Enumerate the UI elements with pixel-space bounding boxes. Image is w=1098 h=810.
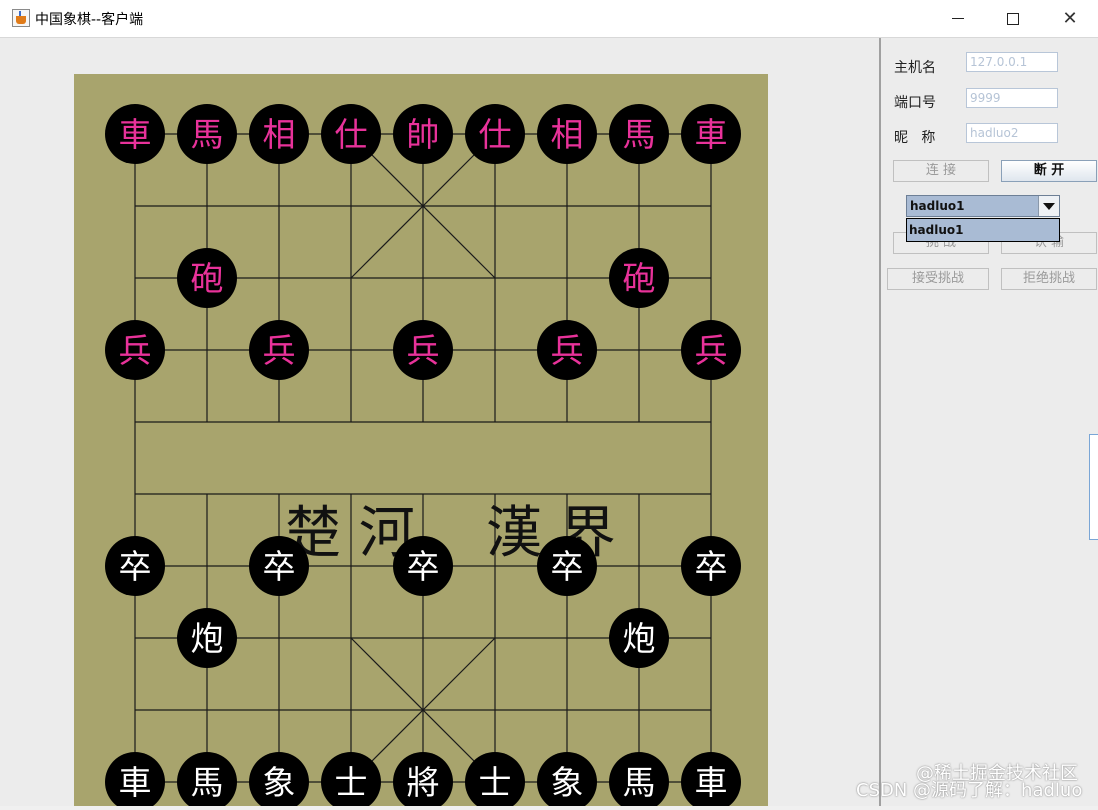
window-title: 中国象棋--客户端 xyxy=(35,12,144,28)
host-field[interactable] xyxy=(966,52,1058,72)
title-bar: 中国象棋--客户端 ✕ xyxy=(0,0,1098,38)
maximize-button[interactable] xyxy=(985,0,1041,37)
piece-label: 車 xyxy=(119,115,152,154)
top-piece[interactable]: 砲 xyxy=(609,248,669,308)
piece-label: 相 xyxy=(263,115,296,154)
piece-label: 車 xyxy=(695,763,728,802)
maximize-icon xyxy=(1007,12,1019,25)
top-piece[interactable]: 兵 xyxy=(537,320,597,380)
board-grid: 楚 河 漢 界 車馬相仕帥仕相馬車砲 砲兵兵兵兵兵卒卒卒卒卒炮 炮車馬象士將士象馬車 xyxy=(105,104,741,810)
bottom-piece[interactable]: 車 xyxy=(681,752,741,810)
piece-label: 炮 xyxy=(623,619,656,658)
opponent-select-value: hadluo1 xyxy=(910,199,965,213)
bottom-piece[interactable]: 士 xyxy=(465,752,525,810)
top-piece[interactable]: 馬 xyxy=(177,104,237,164)
piece-label: 卒 xyxy=(119,547,152,586)
bottom-piece[interactable]: 象 xyxy=(249,752,309,810)
top-piece[interactable]: 車 xyxy=(105,104,165,164)
piece-label: 馬 xyxy=(191,115,224,154)
top-piece[interactable]: 馬 xyxy=(609,104,669,164)
bottom-piece[interactable]: 象 xyxy=(537,752,597,810)
piece-label: 象 xyxy=(551,763,584,802)
piece-label: 車 xyxy=(119,763,152,802)
nickname-label: 昵 称 xyxy=(894,130,936,146)
bottom-piece[interactable]: 卒 xyxy=(537,536,597,596)
piece-label: 卒 xyxy=(551,547,584,586)
top-piece[interactable]: 砲 xyxy=(177,248,237,308)
minimize-icon xyxy=(952,18,964,19)
minimize-button[interactable] xyxy=(930,0,986,37)
piece-label: 炮 xyxy=(191,619,224,658)
disconnect-button[interactable]: 断 开 xyxy=(1001,160,1097,182)
bottom-piece[interactable]: 馬 xyxy=(609,752,669,810)
connect-button[interactable]: 连 接 xyxy=(893,160,989,182)
top-piece[interactable]: 兵 xyxy=(249,320,309,380)
top-piece[interactable]: 相 xyxy=(249,104,309,164)
bottom-piece[interactable]: 將 xyxy=(393,752,453,810)
port-field[interactable] xyxy=(966,88,1058,108)
java-cup-icon xyxy=(12,9,30,27)
nickname-field[interactable] xyxy=(966,123,1058,143)
watermark-line-2: CSDN @源码了解：hadluo xyxy=(856,780,1083,801)
port-label: 端口号 xyxy=(894,95,936,111)
bottom-piece[interactable]: 士 xyxy=(321,752,381,810)
bottom-piece[interactable]: 卒 xyxy=(681,536,741,596)
opponent-option[interactable]: hadluo1 xyxy=(909,223,963,237)
close-button[interactable]: ✕ xyxy=(1042,0,1098,37)
bottom-piece[interactable]: 車 xyxy=(105,752,165,810)
piece-label: 砲 xyxy=(191,259,224,298)
piece-label: 馬 xyxy=(623,763,656,802)
piece-label: 砲 xyxy=(623,259,656,298)
piece-label: 將 xyxy=(407,763,440,802)
piece-label: 兵 xyxy=(119,331,152,370)
bottom-piece[interactable]: 卒 xyxy=(249,536,309,596)
piece-label: 馬 xyxy=(623,115,656,154)
top-piece[interactable]: 帥 xyxy=(393,104,453,164)
top-piece[interactable]: 相 xyxy=(537,104,597,164)
bottom-piece[interactable]: 炮 xyxy=(177,608,237,668)
top-piece[interactable]: 兵 xyxy=(105,320,165,380)
piece-label: 相 xyxy=(551,115,584,154)
piece-label: 兵 xyxy=(695,331,728,370)
piece-label: 士 xyxy=(335,763,368,802)
piece-label: 兵 xyxy=(551,331,584,370)
top-piece[interactable]: 仕 xyxy=(465,104,525,164)
piece-label: 車 xyxy=(695,115,728,154)
piece-label: 卒 xyxy=(407,547,440,586)
piece-label: 卒 xyxy=(263,547,296,586)
chess-board[interactable]: 楚 河 漢 界 車馬相仕帥仕相馬車砲砲兵兵兵兵兵卒卒卒卒卒炮炮車馬象士將士象馬車 xyxy=(74,74,768,810)
piece-label: 帥 xyxy=(407,115,440,154)
piece-label: 仕 xyxy=(335,115,368,154)
piece-label: 兵 xyxy=(407,331,440,370)
accept-challenge-button[interactable]: 接受挑战 xyxy=(887,268,989,290)
top-piece[interactable]: 車 xyxy=(681,104,741,164)
bottom-piece[interactable]: 卒 xyxy=(105,536,165,596)
piece-label: 仕 xyxy=(479,115,512,154)
host-label: 主机名 xyxy=(894,60,936,76)
piece-label: 象 xyxy=(263,763,296,802)
dropdown-arrow-icon[interactable] xyxy=(1038,196,1059,216)
bottom-piece[interactable]: 卒 xyxy=(393,536,453,596)
offscreen-window-edge xyxy=(1089,434,1098,540)
piece-label: 卒 xyxy=(695,547,728,586)
side-panel xyxy=(881,38,1098,806)
piece-label: 馬 xyxy=(191,763,224,802)
piece-label: 士 xyxy=(479,763,512,802)
piece-label: 兵 xyxy=(263,331,296,370)
top-piece[interactable]: 兵 xyxy=(681,320,741,380)
bottom-piece[interactable]: 馬 xyxy=(177,752,237,810)
top-piece[interactable]: 仕 xyxy=(321,104,381,164)
opponent-select[interactable]: hadluo1 xyxy=(906,195,1060,217)
top-piece[interactable]: 兵 xyxy=(393,320,453,380)
bottom-piece[interactable]: 炮 xyxy=(609,608,669,668)
reject-challenge-button[interactable]: 拒绝挑战 xyxy=(1001,268,1097,290)
close-icon: ✕ xyxy=(1062,8,1078,29)
opponent-dropdown-list: hadluo1 xyxy=(906,218,1060,242)
